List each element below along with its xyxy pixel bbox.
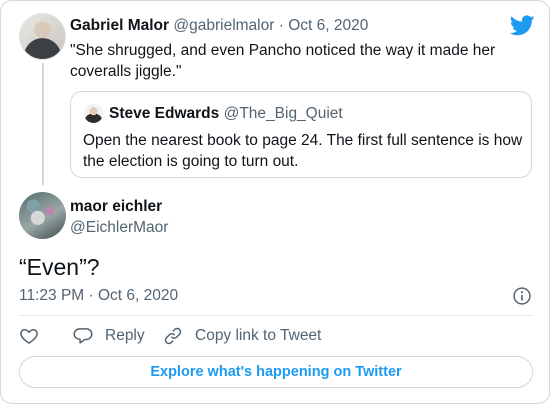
- speech-bubble-icon: [73, 328, 93, 344]
- quoted-author-name: Steve Edwards: [109, 105, 220, 122]
- main-author-name[interactable]: maor eichler: [70, 198, 162, 216]
- tweet-embed-card: Gabriel Malor @gabrielmalor · Oct 6, 202…: [0, 0, 550, 404]
- copy-link-button[interactable]: Copy link to Tweet: [163, 325, 321, 347]
- main-author-handle[interactable]: @EichlerMaor: [70, 219, 168, 237]
- parent-tweet-header: Gabriel Malor @gabrielmalor · Oct 6, 202…: [70, 17, 368, 35]
- info-icon[interactable]: [512, 286, 532, 306]
- quoted-tweet-text: Open the nearest book to page 24. The fi…: [83, 132, 523, 170]
- parent-tweet-text: "She shrugged, and even Pancho noticed t…: [70, 42, 496, 80]
- gabriel-malor-avatar[interactable]: [19, 13, 66, 60]
- main-tweet-timestamp[interactable]: 11:23 PM · Oct 6, 2020: [19, 287, 178, 305]
- quoted-tweet-header: Steve Edwards @The_Big_Quiet: [109, 105, 343, 123]
- reply-label: Reply: [105, 327, 145, 344]
- steve-edwards-avatar: [84, 104, 103, 123]
- thread-connector-line: [42, 63, 44, 185]
- header-separator: ·: [278, 17, 284, 34]
- twitter-bird-icon[interactable]: [510, 13, 535, 38]
- main-tweet-text: “Even”?: [19, 254, 100, 280]
- parent-author-handle[interactable]: @gabrielmalor: [173, 17, 274, 34]
- copy-link-label: Copy link to Tweet: [195, 327, 322, 344]
- reply-button[interactable]: Reply: [73, 325, 145, 347]
- heart-icon: [20, 329, 38, 344]
- explore-twitter-button[interactable]: Explore what's happening on Twitter: [19, 356, 533, 388]
- link-icon: [164, 327, 182, 345]
- parent-tweet-date[interactable]: Oct 6, 2020: [288, 17, 368, 34]
- like-button[interactable]: [19, 325, 39, 347]
- actions-divider: [19, 315, 533, 316]
- maor-eichler-avatar[interactable]: [19, 192, 66, 239]
- quoted-author-handle: @The_Big_Quiet: [223, 105, 343, 122]
- quoted-tweet[interactable]: Steve Edwards @The_Big_Quiet Open the ne…: [70, 91, 532, 178]
- parent-author-name[interactable]: Gabriel Malor: [70, 17, 169, 34]
